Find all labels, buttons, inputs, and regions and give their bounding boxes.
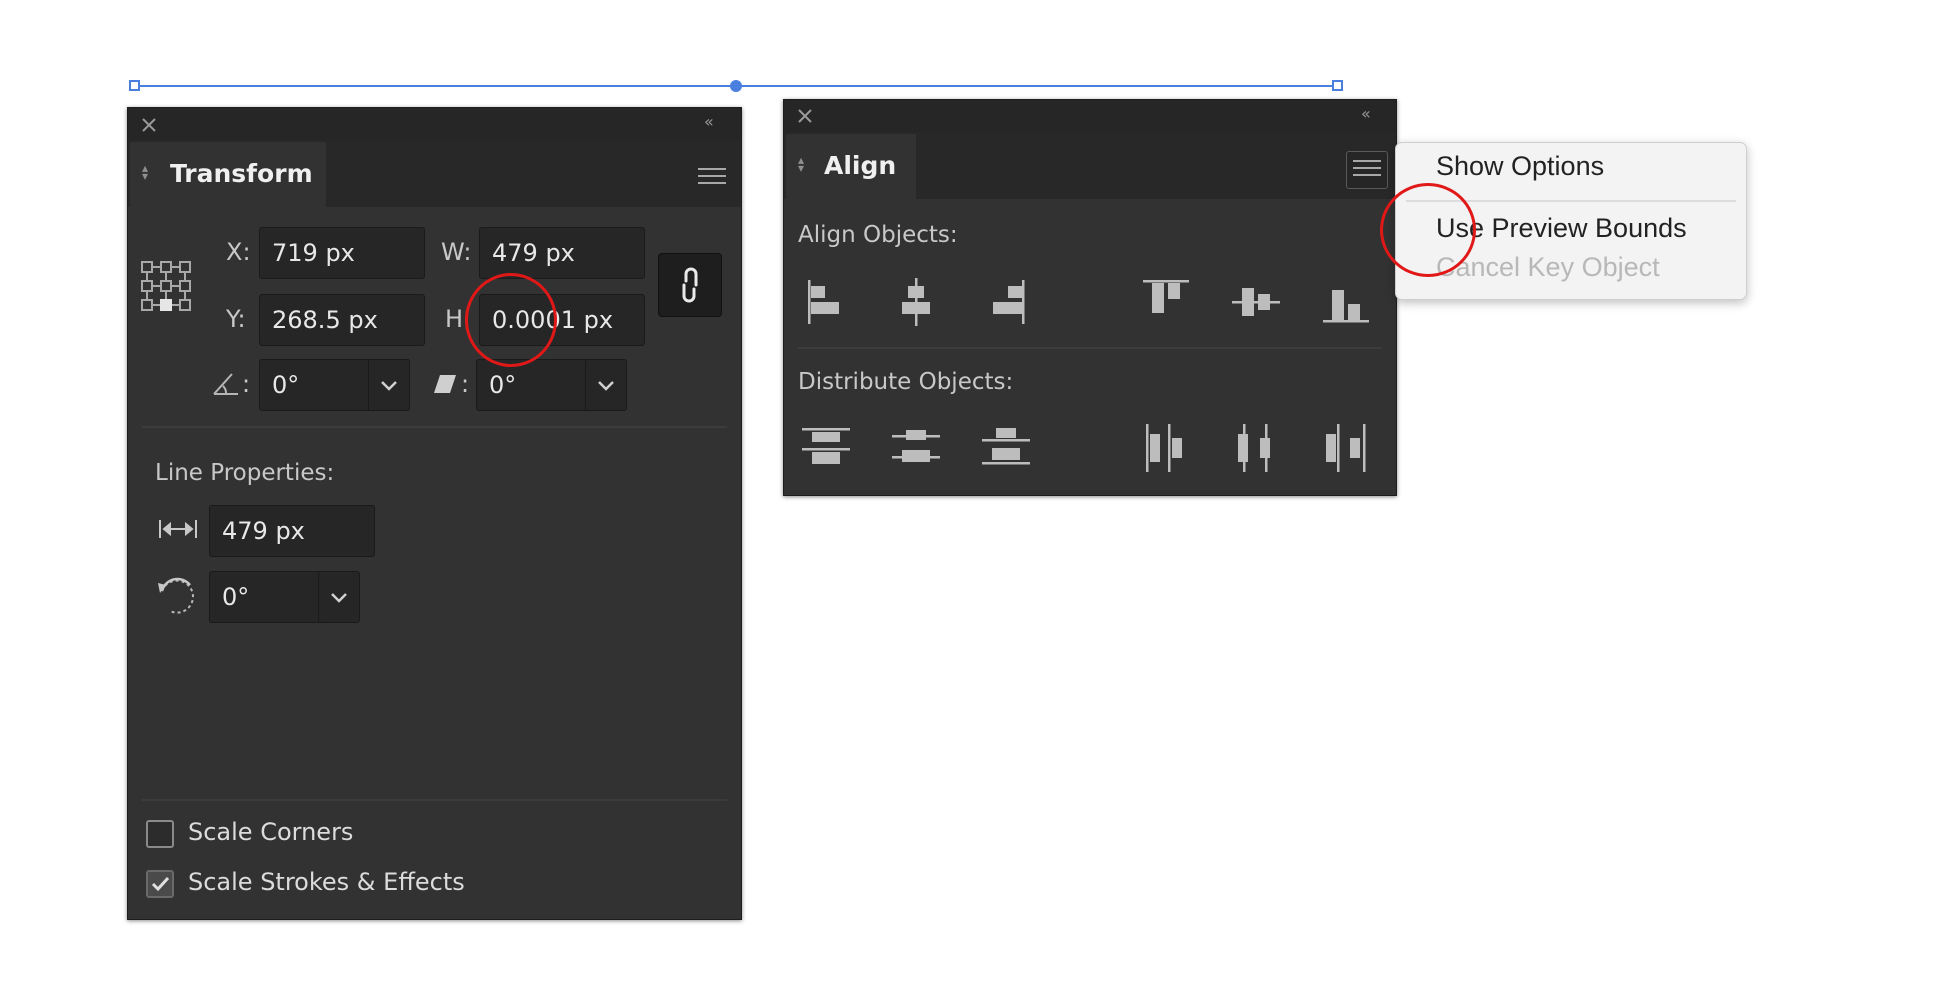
align-objects-title: Align Objects:	[798, 222, 958, 248]
align-panel-menu: Show Options Use Preview Bounds Cancel K…	[1395, 142, 1747, 300]
panel-options-toggle-icon[interactable]: ▴ ▾	[142, 162, 148, 182]
vertical-distribute-center-icon[interactable]	[890, 422, 942, 474]
close-icon[interactable]	[796, 107, 814, 125]
section-divider	[142, 799, 727, 801]
x-position-field[interactable]: 719 px	[259, 227, 425, 279]
rotate-dropdown[interactable]	[368, 359, 410, 411]
reference-point-icon[interactable]	[140, 260, 192, 312]
scale-corners-label: Scale Corners	[188, 818, 354, 846]
section-divider	[798, 347, 1382, 349]
distribute-objects-title: Distribute Objects:	[798, 369, 1014, 395]
checkmark-icon	[151, 876, 170, 892]
chevron-down-icon	[598, 381, 614, 391]
shear-colon: :	[461, 370, 470, 398]
tab-align[interactable]: ▴ ▾ Align	[786, 134, 916, 199]
panel-options-toggle-icon[interactable]: ▴ ▾	[798, 154, 804, 174]
menu-separator	[1406, 200, 1736, 202]
line-length-field[interactable]: 479 px	[209, 505, 375, 557]
panel-menu-icon[interactable]	[698, 163, 726, 185]
tab-align-label: Align	[824, 151, 897, 180]
collapse-panel-icon[interactable]: ‹‹	[1361, 104, 1371, 123]
panel-title-bar[interactable]	[128, 108, 741, 140]
tab-transform[interactable]: ▴ ▾ Transform	[130, 142, 326, 207]
y-label: Y:	[226, 305, 246, 333]
vertical-align-center-icon[interactable]	[1230, 276, 1282, 328]
rotate-angle-icon	[213, 373, 238, 395]
line-angle-dropdown[interactable]	[318, 571, 360, 623]
selection-handle-left[interactable]	[129, 80, 140, 91]
line-angle-icon	[158, 577, 194, 614]
width-field[interactable]: 479 px	[479, 227, 645, 279]
collapse-panel-icon[interactable]: ‹‹	[704, 112, 714, 131]
line-length-icon	[159, 520, 197, 538]
scale-strokes-checkbox[interactable]	[146, 870, 174, 898]
align-panel: ‹‹ ▴ ▾ Align Align Objects: Distribute Ob…	[783, 99, 1397, 496]
vertical-distribute-top-icon[interactable]	[800, 422, 852, 474]
height-field[interactable]: 0.0001 px	[479, 294, 645, 346]
panel-title-bar[interactable]	[784, 100, 1396, 132]
menu-item-use-preview-bounds[interactable]: Use Preview Bounds	[1436, 213, 1687, 244]
rotate-colon: :	[242, 370, 251, 398]
vertical-align-bottom-icon[interactable]	[1320, 276, 1372, 328]
panel-menu-button[interactable]	[1346, 151, 1388, 189]
line-properties-title: Line Properties:	[155, 460, 335, 486]
chevron-down-icon	[331, 593, 347, 603]
section-divider	[142, 426, 727, 428]
close-icon[interactable]	[140, 116, 158, 134]
selection-center-point[interactable]	[730, 80, 742, 92]
scale-strokes-label: Scale Strokes & Effects	[188, 868, 465, 896]
horizontal-distribute-center-icon[interactable]	[1230, 422, 1282, 474]
menu-item-show-options[interactable]: Show Options	[1436, 151, 1604, 182]
x-label: X:	[226, 238, 251, 266]
w-label: W:	[441, 238, 472, 266]
selection-handle-right[interactable]	[1332, 80, 1343, 91]
shear-icon	[434, 375, 456, 393]
menu-item-cancel-key-object: Cancel Key Object	[1436, 252, 1660, 282]
chevron-down-icon	[381, 381, 397, 391]
y-position-field[interactable]: 268.5 px	[259, 294, 425, 346]
constrain-proportions-button[interactable]	[658, 253, 722, 317]
transform-panel: ‹‹ ▴ ▾ Transform X: 719 px W: 479 px Y: 2…	[127, 107, 742, 920]
vertical-distribute-bottom-icon[interactable]	[980, 422, 1032, 474]
link-icon	[682, 267, 698, 303]
horizontal-distribute-left-icon[interactable]	[1140, 422, 1192, 474]
vertical-align-top-icon[interactable]	[1140, 276, 1192, 328]
tab-transform-label: Transform	[170, 159, 313, 188]
horizontal-align-right-icon[interactable]	[980, 276, 1032, 328]
horizontal-align-center-icon[interactable]	[890, 276, 942, 328]
panel-menu-icon	[1353, 155, 1381, 177]
shear-dropdown[interactable]	[585, 359, 627, 411]
horizontal-distribute-right-icon[interactable]	[1320, 422, 1372, 474]
scale-corners-checkbox[interactable]	[146, 820, 174, 848]
horizontal-align-left-icon[interactable]	[800, 276, 852, 328]
h-label: H	[445, 305, 464, 333]
